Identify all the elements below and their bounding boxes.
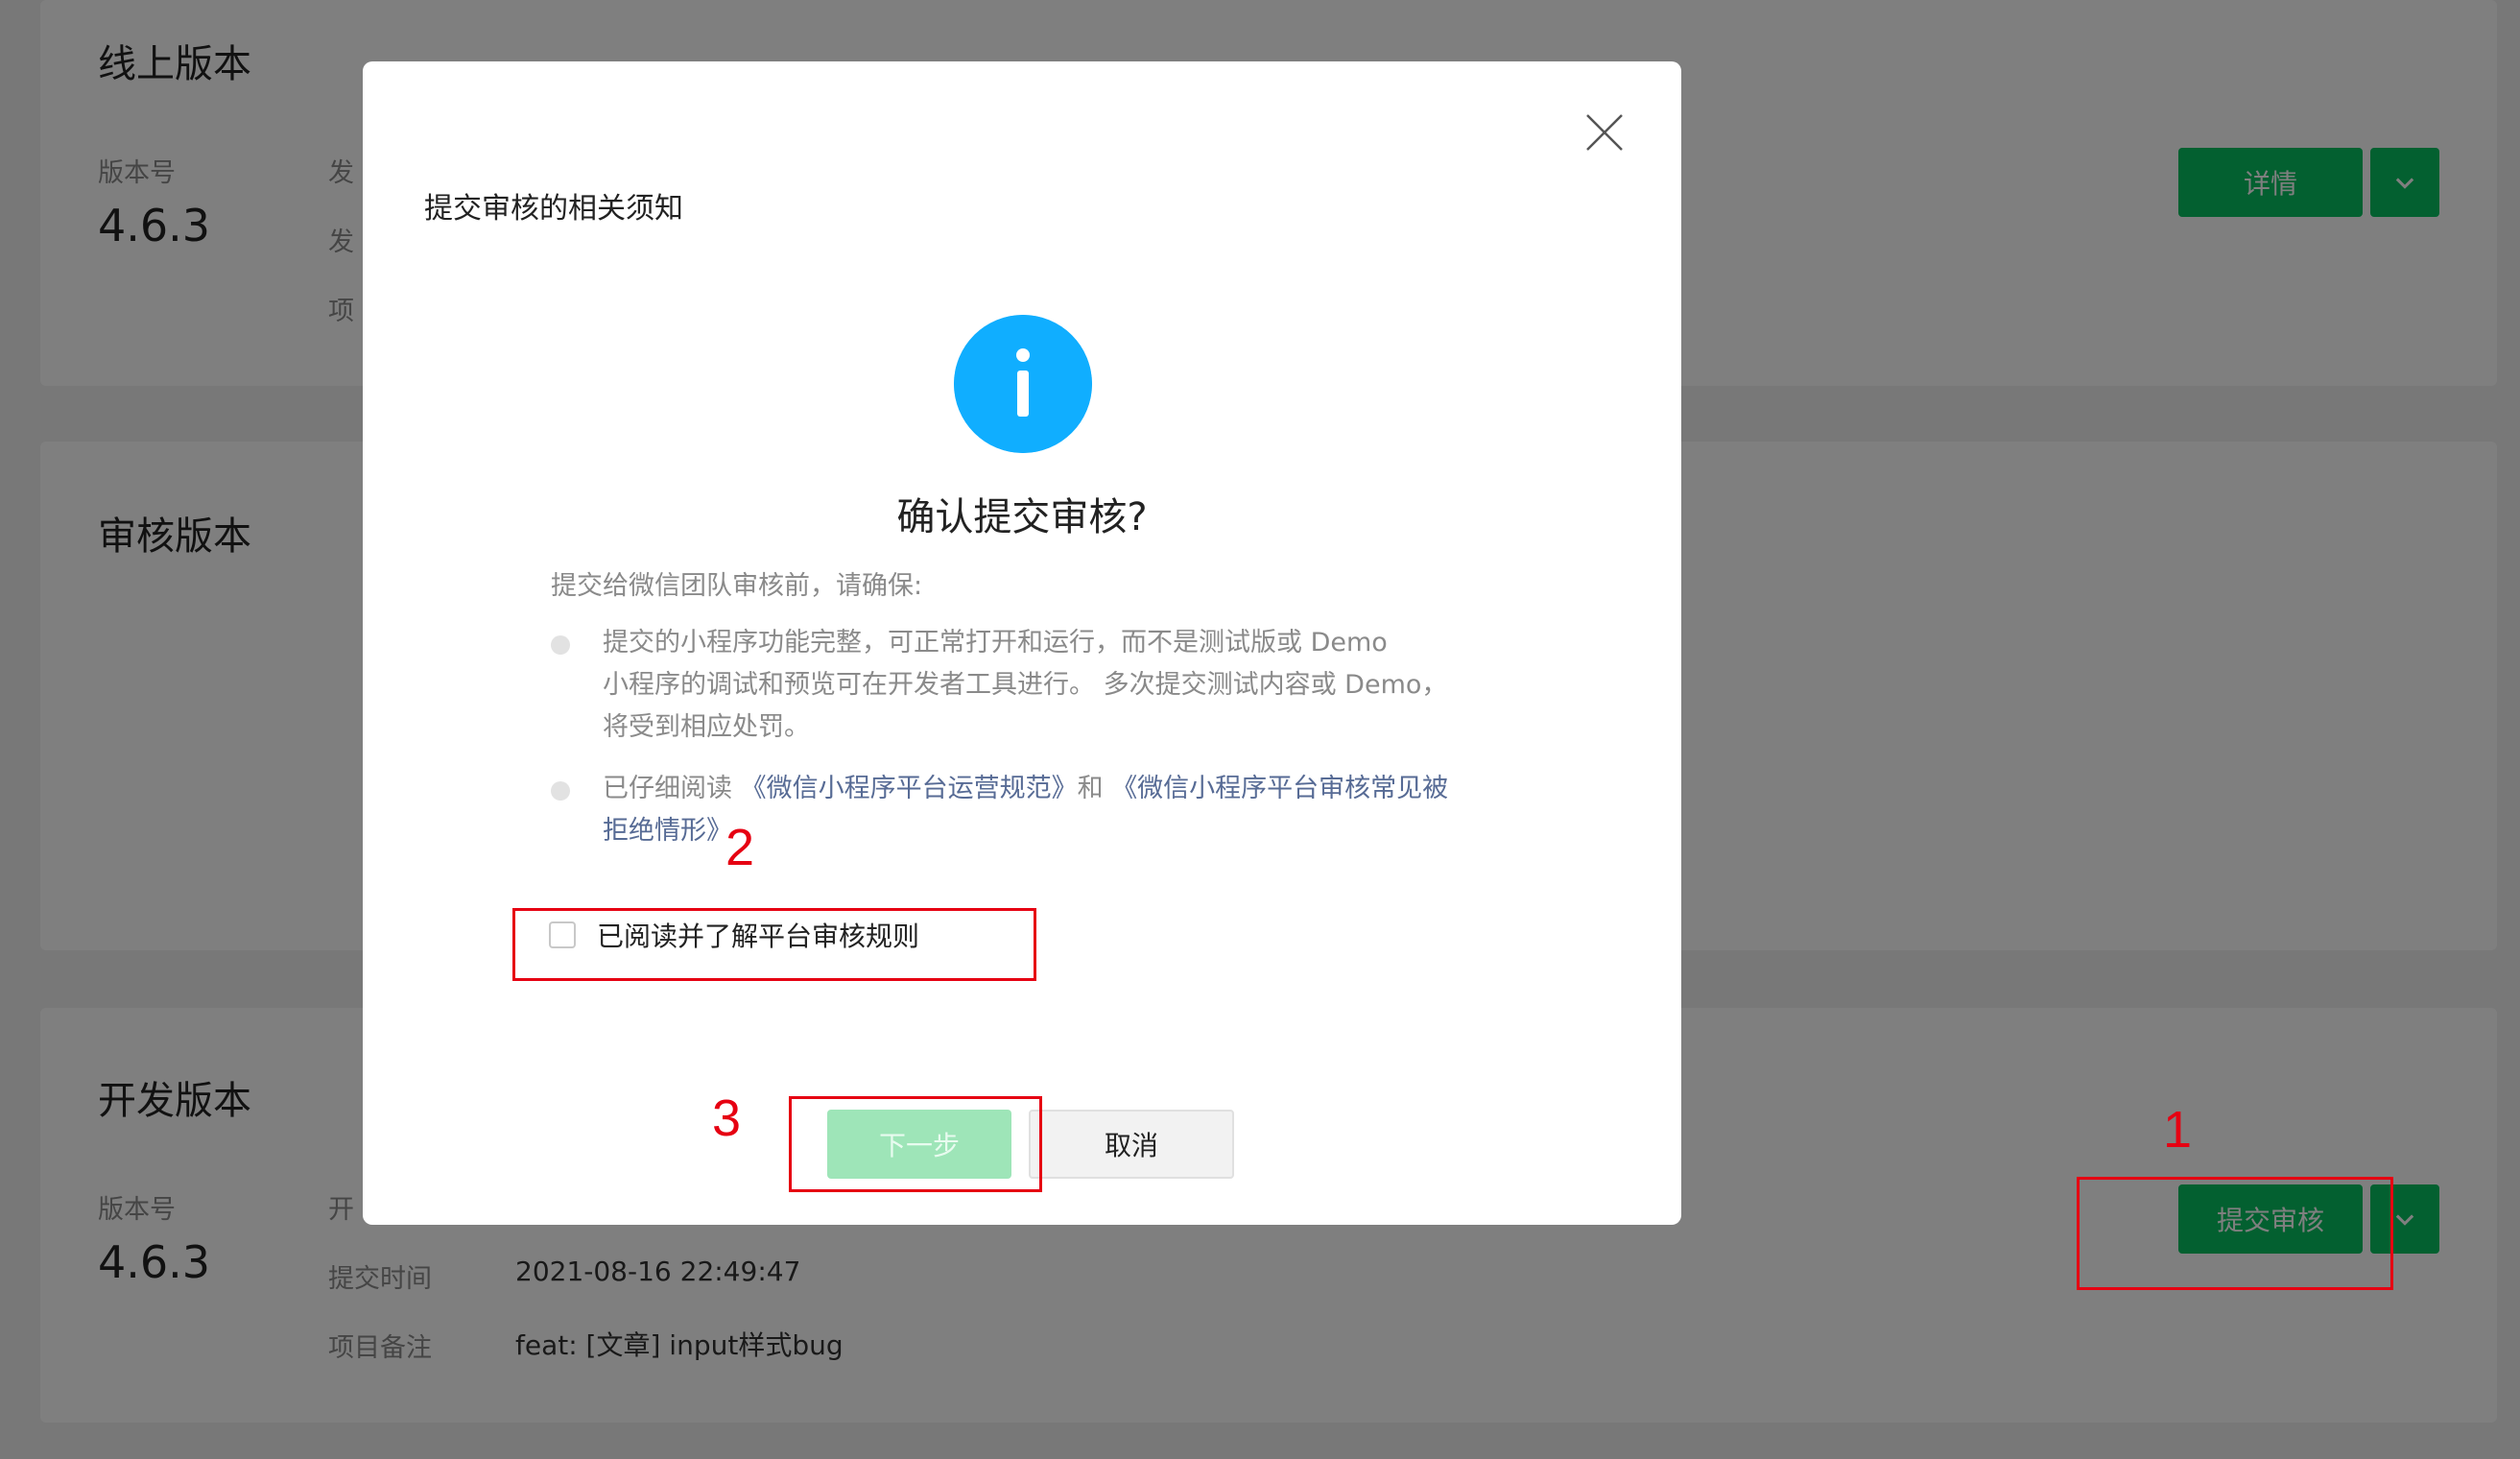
dialog-heading: 确认提交审核? <box>896 495 1148 539</box>
cancel-button[interactable]: 取消 <box>1029 1110 1234 1179</box>
submit-review-dialog: 提交审核的相关须知 确认提交审核? 提交给微信团队审核前，请确保: 提交的小程序… <box>363 61 1681 1225</box>
rejection-cases-link-part-1[interactable]: 《微信小程序平台审核常见被 <box>1111 774 1448 803</box>
annotation-box-2 <box>512 908 1036 981</box>
bullet-1-line-2: 小程序的调试和预览可在开发者工具进行。 多次提交测试内容或 Demo， <box>603 670 1448 700</box>
annotation-box-3 <box>789 1096 1042 1192</box>
annotation-number-3: 3 <box>712 1089 742 1147</box>
bullet-1-text: 提交的小程序功能完整，可正常打开和运行，而不是测试版或 Demo 小程序的调试和… <box>603 622 1495 749</box>
operation-rules-link[interactable]: 《微信小程序平台运营规范》 <box>741 774 1078 803</box>
bullet-1-line-1: 提交的小程序功能完整，可正常打开和运行，而不是测试版或 Demo <box>603 628 1388 658</box>
dialog-intro: 提交给微信团队审核前，请确保: <box>551 571 923 601</box>
bullet-dot-2 <box>551 781 570 801</box>
bullet-2-middle: 和 <box>1077 774 1112 803</box>
bullet-dot-1 <box>551 635 570 655</box>
annotation-number-2: 2 <box>725 819 755 876</box>
dialog-title: 提交审核的相关须知 <box>424 192 683 226</box>
annotation-number-1: 1 <box>2163 1101 2193 1159</box>
rejection-cases-link-part-2[interactable]: 拒绝情形》 <box>603 816 732 846</box>
annotation-box-1 <box>2077 1177 2393 1290</box>
bullet-1-line-3: 将受到相应处罚。 <box>603 712 810 742</box>
info-icon <box>954 315 1092 453</box>
close-icon[interactable] <box>1581 109 1628 155</box>
bullet-2-prefix: 已仔细阅读 <box>603 774 741 803</box>
